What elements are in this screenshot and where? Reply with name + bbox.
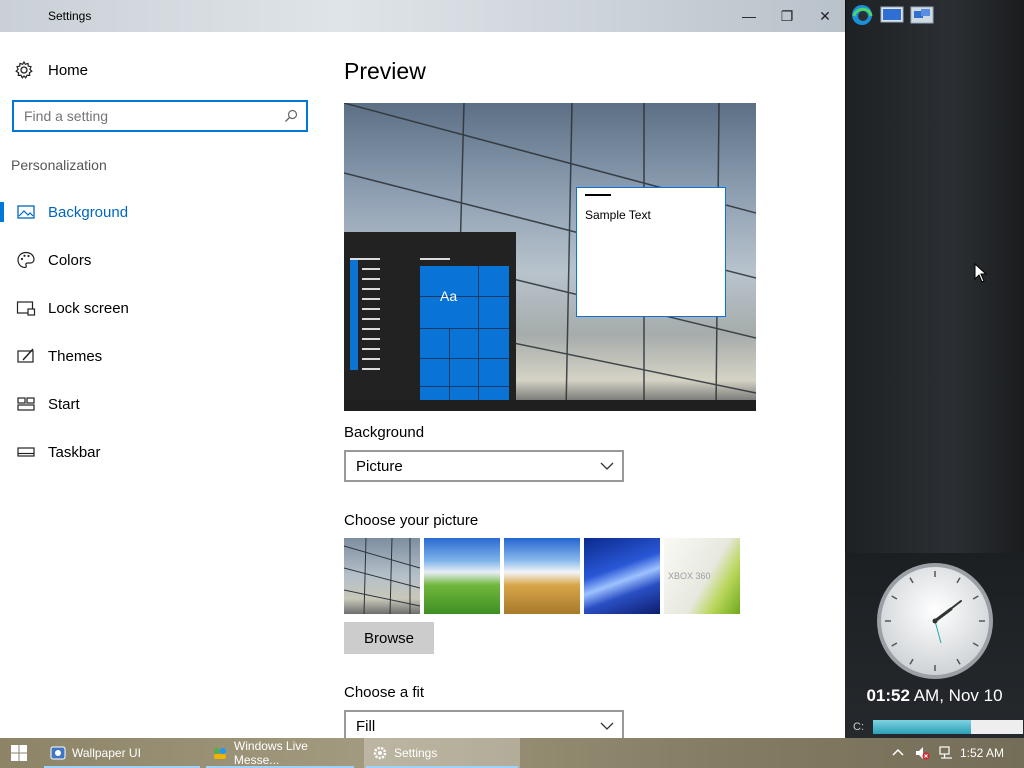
themes-icon bbox=[17, 348, 34, 363]
thumbnail-glass-building[interactable] bbox=[344, 538, 420, 614]
wallpaper-ui-icon bbox=[50, 746, 66, 760]
disk-usage-fill bbox=[873, 720, 971, 734]
nav-item-taskbar[interactable]: Taskbar bbox=[0, 432, 320, 472]
disk-usage-bar bbox=[873, 720, 1023, 734]
search-icon[interactable] bbox=[284, 109, 298, 123]
fit-dropdown-value: Fill bbox=[356, 718, 376, 735]
thumbnail-wheat-field[interactable] bbox=[504, 538, 580, 614]
nav-item-themes[interactable]: Themes bbox=[0, 336, 320, 376]
analog-clock-icon bbox=[877, 563, 993, 679]
close-button[interactable]: ✕ bbox=[806, 0, 844, 32]
gear-icon bbox=[373, 746, 387, 760]
thumbnail-xbox-text: XBOX 360 bbox=[668, 571, 711, 581]
section-heading: Personalization bbox=[11, 157, 107, 173]
lock-screen-icon bbox=[16, 301, 36, 316]
minimize-button[interactable]: — bbox=[730, 0, 768, 32]
disk-label: C: bbox=[853, 721, 864, 733]
taskbar-item-label: Settings bbox=[394, 746, 438, 760]
background-dropdown-value: Picture bbox=[356, 458, 403, 475]
clock-gadget: 01:52 AM, Nov 10 C: bbox=[845, 553, 1024, 738]
taskbar-icon bbox=[17, 447, 35, 457]
taskbar-item-messenger[interactable]: Windows Live Messe... bbox=[204, 738, 356, 768]
taskbar: Wallpaper UI Windows Live Messe... Setti… bbox=[0, 738, 1024, 768]
messenger-icon bbox=[213, 748, 226, 759]
volume-muted-icon[interactable] bbox=[914, 745, 930, 761]
start-icon bbox=[17, 397, 35, 411]
clock-date: AM, Nov 10 bbox=[909, 686, 1003, 705]
home-label: Home bbox=[48, 61, 89, 79]
thumbnail-xbox-360[interactable]: XBOX 360 bbox=[664, 538, 740, 614]
background-preview: Aa Sample Text bbox=[344, 103, 756, 411]
taskbar-clock[interactable]: 1:52 AM bbox=[960, 746, 1004, 760]
search-input[interactable] bbox=[14, 102, 274, 130]
windows-logo-icon bbox=[11, 745, 27, 761]
background-label: Background bbox=[344, 424, 425, 441]
fit-label: Choose a fit bbox=[344, 684, 425, 701]
sample-text: Sample Text bbox=[585, 208, 651, 222]
edge-icon[interactable] bbox=[850, 4, 874, 26]
picture-icon bbox=[17, 205, 35, 219]
preview-tile-text: Aa bbox=[440, 288, 458, 304]
taskbar-item-label: Wallpaper UI bbox=[72, 746, 141, 760]
maximize-button[interactable]: ❐ bbox=[768, 0, 806, 32]
page-title: Preview bbox=[344, 58, 426, 84]
nav-item-colors[interactable]: Colors bbox=[0, 240, 320, 280]
clock-time-value: 01:52 bbox=[866, 686, 910, 705]
browse-button[interactable]: Browse bbox=[344, 622, 434, 654]
title-bar[interactable]: Settings — ❐ ✕ bbox=[0, 0, 845, 32]
nav-item-start[interactable]: Start bbox=[0, 384, 320, 424]
thumbnail-pattern bbox=[344, 538, 420, 614]
thumbnail-bliss-hill[interactable] bbox=[424, 538, 500, 614]
chevron-down-icon bbox=[600, 462, 614, 470]
search-box[interactable] bbox=[12, 100, 308, 132]
taskbar-item-settings[interactable]: Settings bbox=[364, 738, 520, 768]
chevron-up-icon[interactable] bbox=[890, 745, 906, 761]
chevron-down-icon bbox=[600, 722, 614, 730]
settings-window: Settings — ❐ ✕ Home Personalization bbox=[0, 0, 845, 738]
choose-picture-label: Choose your picture bbox=[344, 512, 479, 529]
gear-icon bbox=[15, 60, 33, 79]
background-dropdown[interactable]: Picture bbox=[344, 450, 624, 482]
disk-meter: C: bbox=[853, 719, 1023, 735]
nav-item-label: Lock screen bbox=[48, 299, 129, 317]
desktop-icon[interactable] bbox=[880, 4, 904, 26]
switch-windows-icon[interactable] bbox=[910, 4, 934, 26]
window-title: Settings bbox=[48, 9, 92, 23]
main-content: Preview Aa Sample Text Background Pictur… bbox=[344, 32, 824, 738]
thumbnail-blue-streaks[interactable] bbox=[584, 538, 660, 614]
desktop-sidebar bbox=[845, 0, 1024, 553]
clock-digital-time: 01:52 AM, Nov 10 bbox=[845, 686, 1024, 706]
nav-item-label: Taskbar bbox=[48, 443, 101, 461]
taskbar-item-wallpaper-ui[interactable]: Wallpaper UI bbox=[42, 738, 202, 768]
nav-item-label: Start bbox=[48, 395, 80, 413]
taskbar-item-label: Windows Live Messe... bbox=[233, 739, 308, 767]
palette-icon bbox=[17, 251, 35, 269]
mouse-cursor-icon bbox=[974, 263, 988, 283]
nav-item-background[interactable]: Background bbox=[0, 192, 320, 232]
nav-item-lock-screen[interactable]: Lock screen bbox=[0, 288, 320, 328]
fit-dropdown[interactable]: Fill bbox=[344, 710, 624, 738]
nav-item-label: Themes bbox=[48, 347, 103, 365]
home-link[interactable]: Home bbox=[14, 60, 88, 80]
preview-start-menu: Aa bbox=[344, 232, 516, 400]
sidebar: Home Personalization Background Colors bbox=[0, 32, 320, 738]
network-icon[interactable] bbox=[938, 745, 954, 761]
start-button[interactable] bbox=[0, 738, 38, 768]
nav-item-label: Background bbox=[48, 203, 129, 221]
nav-item-label: Colors bbox=[48, 251, 92, 269]
preview-sample-window: Sample Text bbox=[576, 187, 726, 317]
